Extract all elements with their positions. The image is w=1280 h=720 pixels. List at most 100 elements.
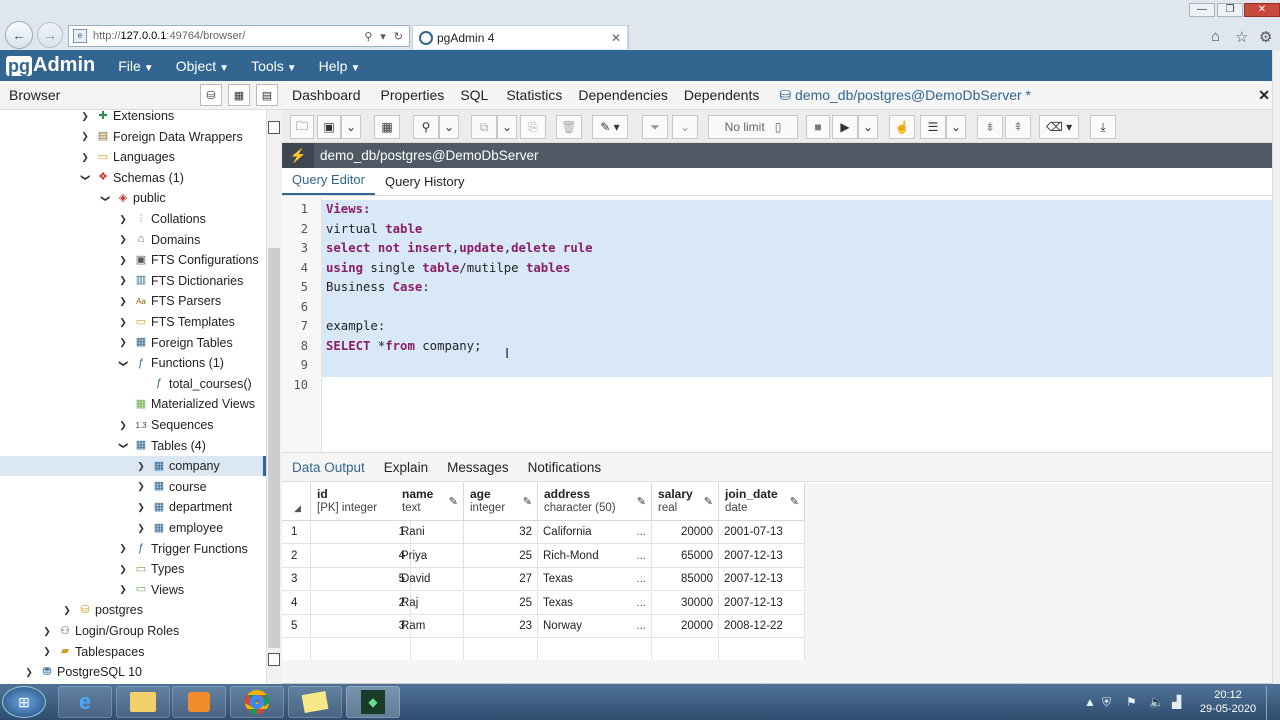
expand-chevron-icon[interactable]: ❯: [116, 543, 130, 554]
expand-chevron-icon[interactable]: ❯: [116, 255, 130, 266]
expand-chevron-icon[interactable]: ❯: [116, 317, 130, 328]
cell-name[interactable]: Rani: [396, 521, 464, 544]
tree-item-company[interactable]: ❯ ▦ company: [0, 456, 266, 477]
expand-chevron-icon[interactable]: ❯: [78, 131, 92, 142]
expand-chevron-icon[interactable]: ❯: [78, 111, 92, 122]
cell-address[interactable]: California...: [538, 521, 652, 544]
expand-chevron-icon[interactable]: ❯: [116, 564, 130, 575]
row-number[interactable]: 1: [282, 521, 311, 544]
tree-item-postgresql-10[interactable]: ❯ ⛃ PostgreSQL 10: [0, 662, 266, 682]
panel-restore-icon[interactable]: [268, 121, 280, 134]
taskbar-chrome[interactable]: [230, 686, 284, 718]
tree-item-tablespaces[interactable]: ❯ ▰ Tablespaces: [0, 642, 266, 662]
cell-age[interactable]: 32: [464, 521, 538, 544]
explain-dropdown-button[interactable]: ⌄: [946, 115, 966, 139]
menu-tools[interactable]: Tools ▼: [251, 58, 297, 74]
execute-button[interactable]: ▶: [832, 115, 858, 139]
collapse-chevron-icon[interactable]: ❮: [118, 439, 129, 453]
column-header-address[interactable]: address character (50) ✎: [538, 483, 652, 521]
save-dropdown-button[interactable]: ⌄: [341, 115, 361, 139]
collapse-chevron-icon[interactable]: ❮: [118, 356, 129, 370]
delete-button[interactable]: 🗑: [556, 115, 582, 139]
tree-item-domains[interactable]: ❯ ⌂ Domains: [0, 230, 266, 250]
browser-tab[interactable]: pgAdmin 4 ✕: [412, 25, 628, 49]
open-file-button[interactable]: 🗀: [290, 115, 314, 139]
cell-age[interactable]: 25: [464, 591, 538, 615]
copy-button[interactable]: ⧉: [471, 115, 497, 139]
tree-item-department[interactable]: ❯ ▦ department: [0, 497, 266, 517]
row-limit-select[interactable]: No limit ▯: [708, 115, 798, 139]
start-button[interactable]: ⊞: [2, 686, 46, 718]
tree-item-languages[interactable]: ❯ ▭ Languages: [0, 147, 266, 167]
expand-chevron-icon[interactable]: ❯: [134, 502, 148, 513]
menu-object[interactable]: Object ▼: [176, 58, 229, 74]
empty-cell[interactable]: [396, 638, 464, 662]
filter-button[interactable]: ⏷: [642, 115, 668, 139]
tree-item-types[interactable]: ❯ ▭ Types: [0, 559, 266, 579]
tree-item-views[interactable]: ❯ ▭ Views: [0, 580, 266, 600]
row-number[interactable]: 4: [282, 591, 311, 615]
expand-ellipsis[interactable]: ...: [636, 521, 646, 543]
tab-dependents[interactable]: Dependents: [684, 87, 760, 103]
tree-item-functions-1[interactable]: ❮ ƒ Functions (1): [0, 353, 266, 373]
expand-ellipsis[interactable]: ...: [636, 592, 646, 614]
save-button[interactable]: ▣: [317, 115, 341, 139]
tree-item-collations[interactable]: ❯ ⫶ Collations: [0, 209, 266, 229]
edit-rows-button[interactable]: ▦: [374, 115, 400, 139]
tree-item-fts-configurations[interactable]: ❯ ▣ FTS Configurations: [0, 250, 266, 270]
expand-chevron-icon[interactable]: ❯: [116, 234, 130, 245]
settings-gear-icon[interactable]: ⚙: [1259, 28, 1272, 46]
cell-address[interactable]: Norway...: [538, 615, 652, 638]
execute-dropdown-button[interactable]: ⌄: [858, 115, 878, 139]
tree-item-foreign-tables[interactable]: ❯ ▦ Foreign Tables: [0, 333, 266, 353]
sql-editor[interactable]: 1 2 3 4 5 6 7 8 9 10 I Views: virtual table select …: [282, 197, 1280, 452]
tree-item-extensions[interactable]: ❯ ✚ Extensions: [0, 110, 266, 126]
pencil-icon[interactable]: ✎: [790, 495, 799, 508]
paste-button[interactable]: ⎘: [520, 115, 546, 139]
expand-chevron-icon[interactable]: ❯: [60, 605, 74, 616]
restore-button[interactable]: ❐: [1217, 3, 1243, 17]
column-header-join-date[interactable]: join_date date ✎: [719, 483, 805, 521]
cell-address[interactable]: Texas...: [538, 568, 652, 591]
clear-button[interactable]: ⌫ ▾: [1039, 115, 1079, 139]
rollback-button[interactable]: ⇞: [1005, 115, 1031, 139]
cell-age[interactable]: 27: [464, 568, 538, 591]
tree-item-tables-4[interactable]: ❮ ▦ Tables (4): [0, 436, 266, 456]
filter-dropdown-button[interactable]: ⌄: [672, 115, 698, 139]
expand-ellipsis[interactable]: ...: [636, 615, 646, 637]
cell-salary[interactable]: 85000: [652, 568, 719, 591]
cell-name[interactable]: David: [396, 568, 464, 591]
collapse-chevron-icon[interactable]: ❮: [80, 171, 91, 185]
expand-chevron-icon[interactable]: ❯: [78, 152, 92, 163]
stop-button[interactable]: ■: [806, 115, 830, 139]
expand-chevron-icon[interactable]: ❯: [40, 626, 54, 637]
find-dropdown-button[interactable]: ⌄: [439, 115, 459, 139]
tree-item-trigger-functions[interactable]: ❯ ƒ Trigger Functions: [0, 539, 266, 559]
tree-item-schemas-1[interactable]: ❮ ❖ Schemas (1): [0, 168, 266, 188]
pencil-icon[interactable]: ✎: [523, 495, 532, 508]
window-close-button[interactable]: ✕: [1244, 3, 1280, 17]
back-button[interactable]: ←: [5, 21, 33, 49]
expand-chevron-icon[interactable]: ❯: [40, 646, 54, 657]
close-tab-icon[interactable]: ✕: [611, 31, 621, 45]
cell-salary[interactable]: 65000: [652, 544, 719, 568]
tree-item-login-group-roles[interactable]: ❯ ⚇ Login/Group Roles: [0, 621, 266, 641]
tab-properties[interactable]: Properties: [381, 87, 445, 103]
empty-cell[interactable]: [652, 638, 719, 662]
cell-salary[interactable]: 20000: [652, 615, 719, 638]
tab-dependencies[interactable]: Dependencies: [578, 87, 668, 103]
tree-item-fts-parsers[interactable]: ❯ Aa FTS Parsers: [0, 291, 266, 311]
cell-name[interactable]: Ram: [396, 615, 464, 638]
home-icon[interactable]: ⌂: [1211, 28, 1220, 45]
menu-help[interactable]: Help ▼: [319, 58, 361, 74]
tree-item-public[interactable]: ❮ ◈ public: [0, 188, 266, 208]
minimize-button[interactable]: —: [1189, 3, 1215, 17]
taskbar-media[interactable]: [172, 686, 226, 718]
column-header-name[interactable]: name text ✎: [396, 483, 464, 521]
column-header-salary[interactable]: salary real ✎: [652, 483, 719, 521]
expand-ellipsis[interactable]: ...: [636, 568, 646, 590]
taskbar-app[interactable]: ◆: [346, 686, 400, 718]
taskbar-explorer[interactable]: [116, 686, 170, 718]
cell-age[interactable]: 23: [464, 615, 538, 638]
edit-button[interactable]: ✎ ▾: [592, 115, 628, 139]
